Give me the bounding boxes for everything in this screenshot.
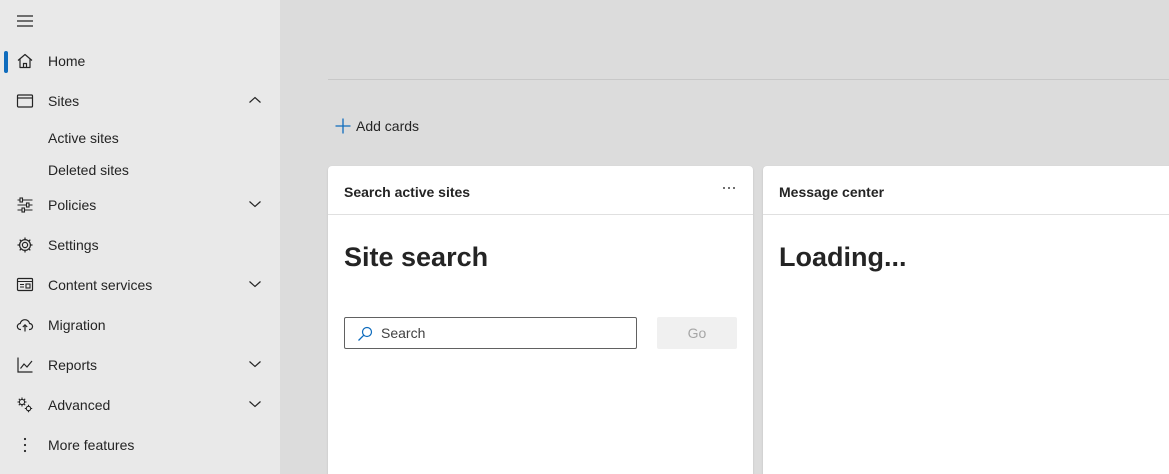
nav-item-label: Advanced xyxy=(48,397,111,413)
card-title: Message center xyxy=(779,184,885,200)
chevron-down-icon xyxy=(249,401,261,408)
nav-item-label: Reports xyxy=(48,357,98,373)
go-button[interactable]: Go xyxy=(657,317,737,349)
nav-item-label: Content services xyxy=(48,277,153,293)
gears-icon xyxy=(17,397,33,413)
nav-item-label: Policies xyxy=(48,197,97,213)
site-search-box[interactable] xyxy=(344,317,637,349)
line-chart-icon xyxy=(17,357,33,373)
plus-icon xyxy=(335,118,351,134)
nav-item-label: Sites xyxy=(48,93,80,109)
card-header: Search active sites xyxy=(328,166,753,215)
vertical-ellipsis-icon xyxy=(23,437,27,453)
site-search-input[interactable] xyxy=(381,319,631,347)
gear-icon xyxy=(17,237,33,253)
chevron-down-icon xyxy=(249,361,261,368)
nav-item-policies[interactable]: Policies xyxy=(0,185,280,225)
nav-item-sites[interactable]: Sites xyxy=(0,81,280,121)
card-title: Search active sites xyxy=(344,184,471,200)
nav-item-more-features[interactable]: More features xyxy=(0,425,280,465)
card-heading: Site search xyxy=(344,242,489,272)
header-divider xyxy=(328,79,1169,80)
cloud-upload-icon xyxy=(16,319,34,332)
add-cards-button[interactable]: Add cards xyxy=(334,116,419,136)
nav-item-content-services[interactable]: Content services xyxy=(0,265,280,305)
search-icon xyxy=(358,326,373,341)
nav-item-label: Settings xyxy=(48,237,99,253)
chevron-down-icon xyxy=(249,281,261,288)
hamburger-icon[interactable] xyxy=(16,12,34,30)
chevron-up-icon xyxy=(249,96,261,103)
nav-subitem-label: Deleted sites xyxy=(48,162,129,178)
nav-item-label: Migration xyxy=(48,317,106,333)
nav-item-reports[interactable]: Reports xyxy=(0,345,280,385)
message-center-card: Message center Loading... xyxy=(763,166,1169,474)
search-active-sites-card: Search active sites Site search Go xyxy=(328,166,753,474)
nav-item-label: Home xyxy=(48,53,86,69)
sliders-icon xyxy=(17,197,33,213)
browser-window-icon xyxy=(16,94,34,108)
main-content: Add cards Search active sites Site searc… xyxy=(280,0,1169,474)
nav-item-home[interactable]: Home xyxy=(0,41,280,81)
card-header: Message center xyxy=(763,166,1169,215)
add-cards-label: Add cards xyxy=(356,118,420,134)
nav-item-settings[interactable]: Settings xyxy=(0,225,280,265)
nav-subitem-deleted-sites[interactable]: Deleted sites xyxy=(0,153,280,185)
loading-text: Loading... xyxy=(779,242,907,272)
nav-subitem-label: Active sites xyxy=(48,130,119,146)
chevron-down-icon xyxy=(249,201,261,208)
nav-item-migration[interactable]: Migration xyxy=(0,305,280,345)
nav-item-advanced[interactable]: Advanced xyxy=(0,385,280,425)
content-services-icon xyxy=(16,277,34,292)
left-navigation: Home Sites Active sites Deleted sites Po… xyxy=(0,0,280,474)
nav-subitem-active-sites[interactable]: Active sites xyxy=(0,121,280,153)
home-icon xyxy=(17,53,33,69)
more-options-icon[interactable] xyxy=(721,180,737,196)
nav-item-label: More features xyxy=(48,437,135,453)
